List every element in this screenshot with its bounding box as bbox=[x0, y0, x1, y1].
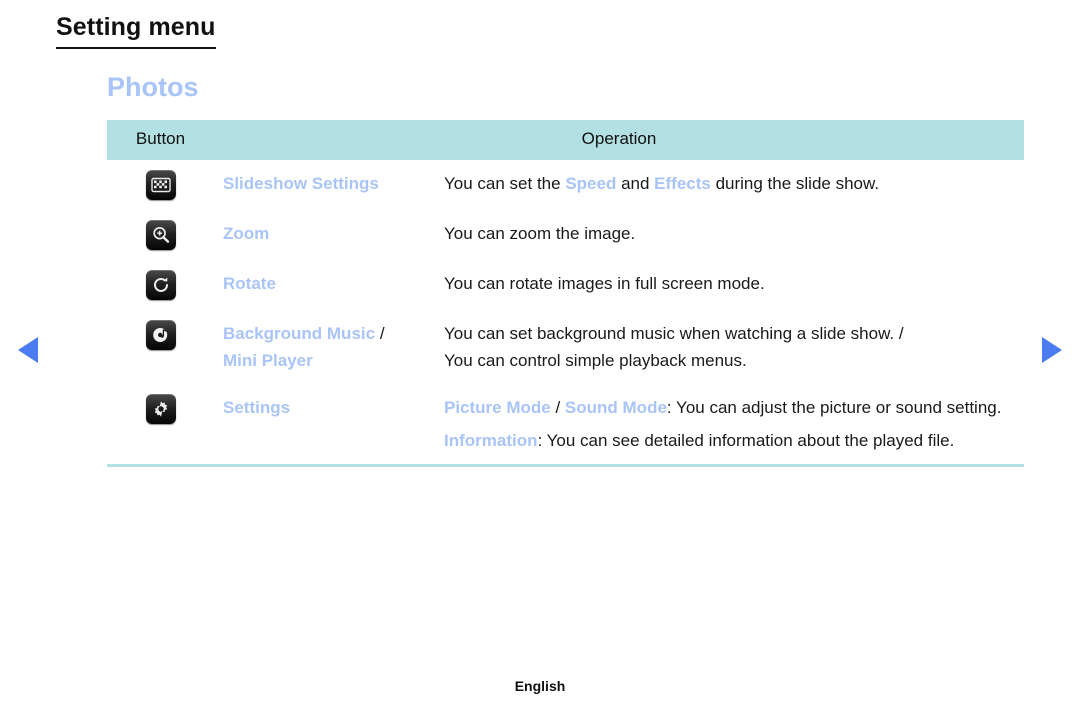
slideshow-settings-icon bbox=[145, 170, 176, 200]
row-icon-cell bbox=[107, 210, 214, 260]
row-name-label-primary: Background Music bbox=[223, 324, 376, 343]
row-operation-cell: You can rotate images in full screen mod… bbox=[431, 260, 1024, 310]
operation-text: You can zoom the image. bbox=[444, 224, 636, 243]
operation-highlight-information: Information bbox=[444, 431, 538, 450]
row-name-label: Slideshow Settings bbox=[223, 174, 379, 193]
table-row: Rotate You can rotate images in full scr… bbox=[107, 260, 1024, 310]
row-name-cell: Slideshow Settings bbox=[214, 160, 431, 210]
operation-highlight-picture-mode: Picture Mode bbox=[444, 398, 551, 417]
operation-text-part: / bbox=[550, 398, 565, 417]
column-header-operation: Operation bbox=[214, 120, 1025, 160]
operation-text-part: You can set the bbox=[444, 174, 566, 193]
row-name-label-secondary: Mini Player bbox=[223, 351, 313, 370]
column-header-button: Button bbox=[107, 120, 214, 160]
operation-text: You can control simple playback menus. bbox=[444, 351, 747, 370]
footer-language-label: English bbox=[514, 678, 566, 694]
table-header-row: Button Operation bbox=[107, 120, 1025, 160]
row-name-cell: Background Music / Mini Player bbox=[214, 310, 431, 384]
row-icon-cell bbox=[107, 384, 214, 467]
row-operation-cell: You can set background music when watchi… bbox=[431, 310, 1024, 384]
row-name-cell: Rotate bbox=[214, 260, 431, 310]
operation-text-part: : You can see detailed information about… bbox=[537, 431, 955, 450]
table-row: Settings Picture Mode / Sound Mode: You … bbox=[107, 384, 1025, 467]
operation-text: Information: You can see detailed inform… bbox=[444, 427, 1016, 454]
previous-page-arrow-icon[interactable] bbox=[18, 337, 38, 363]
zoom-in-icon bbox=[145, 220, 176, 250]
row-name-cell: Zoom bbox=[214, 210, 431, 260]
background-music-icon bbox=[145, 320, 176, 350]
operation-text-part: : You can adjust the picture or sound se… bbox=[666, 398, 1002, 417]
row-operation-cell: You can zoom the image. bbox=[431, 210, 1024, 260]
operation-text: You can set background music when watchi… bbox=[444, 324, 904, 343]
section-title: Photos bbox=[107, 72, 199, 102]
row-name-cell: Settings bbox=[214, 384, 431, 467]
table-row: Slideshow Settings You can set the Speed… bbox=[107, 160, 1024, 210]
operation-text: You can rotate images in full screen mod… bbox=[444, 274, 765, 293]
button-operation-table: Button Operation Slideshow Settings You … bbox=[107, 120, 1025, 467]
row-icon-cell bbox=[107, 160, 214, 210]
row-icon-cell bbox=[107, 260, 214, 310]
table-row: Background Music / Mini Player You can s… bbox=[107, 310, 1024, 384]
operation-highlight-effects: Effects bbox=[654, 174, 711, 193]
row-operation-cell: You can set the Speed and Effects during… bbox=[431, 160, 1024, 210]
settings-gear-icon bbox=[145, 394, 176, 424]
operation-text-part: and bbox=[616, 174, 655, 193]
row-name-label: Settings bbox=[223, 398, 291, 417]
operation-text: Picture Mode / Sound Mode: You can adjus… bbox=[444, 394, 1016, 421]
operation-highlight-speed: Speed bbox=[565, 174, 617, 193]
operation-highlight-sound-mode: Sound Mode bbox=[564, 398, 667, 417]
operation-text: You can set the Speed and Effects during… bbox=[444, 170, 1016, 197]
table-row: Zoom You can zoom the image. bbox=[107, 210, 1024, 260]
operation-text-part: during the slide show. bbox=[710, 174, 880, 193]
page-title: Setting menu bbox=[56, 12, 216, 49]
rotate-icon bbox=[145, 270, 176, 300]
row-name-separator: / bbox=[375, 324, 385, 343]
row-name-label: Zoom bbox=[223, 224, 270, 243]
button-operation-table-wrapper: Button Operation Slideshow Settings You … bbox=[107, 120, 1025, 467]
row-operation-cell: Picture Mode / Sound Mode: You can adjus… bbox=[431, 384, 1025, 467]
row-icon-cell bbox=[107, 310, 214, 384]
next-page-arrow-icon[interactable] bbox=[1042, 337, 1062, 363]
row-name-label: Rotate bbox=[223, 274, 276, 293]
